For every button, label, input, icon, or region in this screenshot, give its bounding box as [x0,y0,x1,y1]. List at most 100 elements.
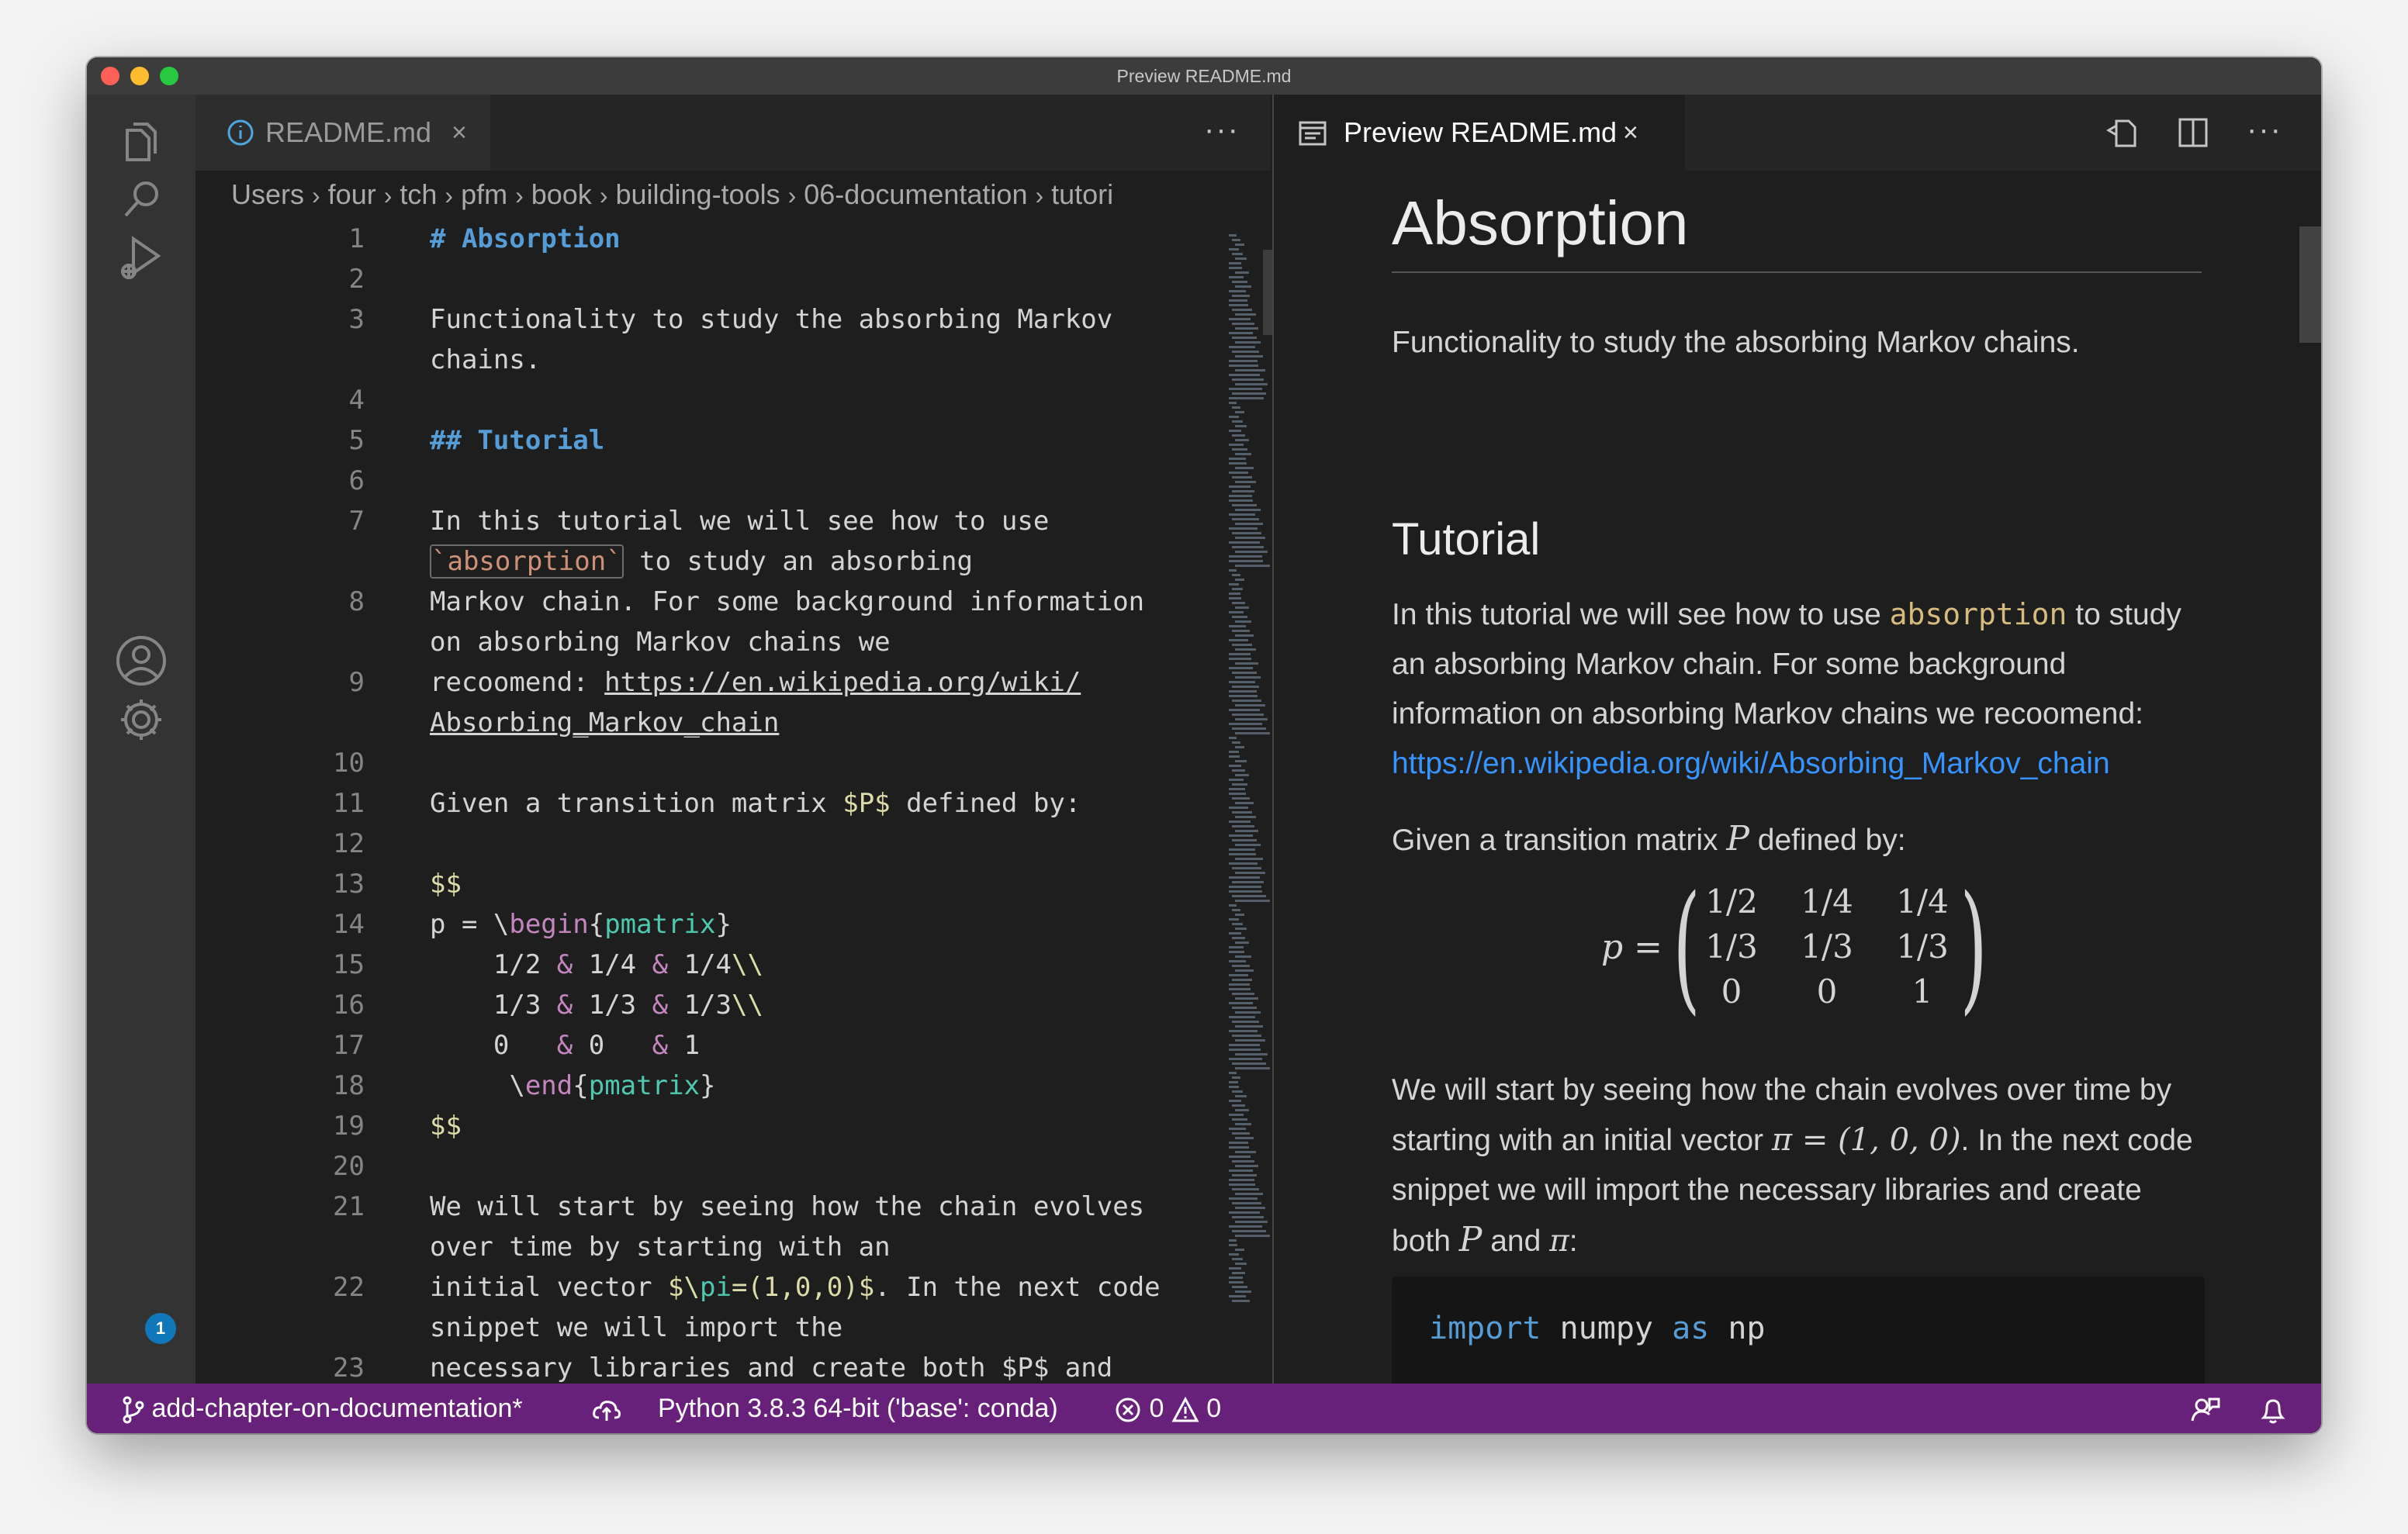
minimap-line [1229,918,1239,921]
matrix-cell: 1/2 [1705,883,1758,921]
code-text: & [556,949,573,980]
breadcrumb-item[interactable]: tutori [1051,178,1113,210]
minimap-line [1232,1300,1250,1302]
breadcrumb-item[interactable]: tch [400,178,437,210]
matrix-cell: 1/3 [1801,928,1853,966]
git-branch-icon [123,1396,144,1424]
minimap-line [1235,1193,1263,1195]
minimap-line [1232,965,1250,967]
minimap-line [1229,234,1237,237]
code-text: 0 [430,1030,557,1061]
minimap-line [1229,779,1244,781]
close-tab-icon[interactable]: × [1623,95,1638,171]
close-tab-icon[interactable]: × [452,95,467,171]
minimap[interactable] [1227,219,1271,1384]
minimap-line [1235,453,1251,455]
maximize-window-button[interactable] [160,67,178,85]
open-source-icon[interactable] [2105,115,2141,150]
preview-scrollbar[interactable] [2299,226,2321,343]
minimap-line [1235,565,1270,567]
url-link[interactable]: https://en.wikipedia.org/wiki/ [604,667,1081,698]
paragraph-text: snippet we will import the necessary lib… [1392,1173,2142,1207]
minimize-window-button[interactable] [130,67,149,85]
breadcrumb-item[interactable]: pfm [461,178,507,210]
matrix-cell: 1/3 [1705,928,1758,966]
minimap-line [1232,532,1261,534]
tab-readme[interactable]: README.md × [195,95,492,171]
breadcrumb-item[interactable]: building-tools [615,178,780,210]
minimap-line [1232,867,1261,869]
code-text: np [1709,1311,1766,1346]
python-interpreter[interactable]: Python 3.8.3 64-bit ('base': conda) [658,1384,1058,1433]
more-actions-icon[interactable]: ··· [2247,95,2282,164]
breadcrumb-item[interactable]: 06-documentation [804,178,1027,210]
explorer-icon[interactable] [110,112,172,174]
tab-preview-readme[interactable]: Preview README.md × [1274,95,1685,171]
more-actions-icon[interactable]: ··· [1204,95,1240,164]
minimap-line [1229,1239,1237,1242]
minimap-line [1232,434,1245,437]
code-line: Functionality to study the absorbing Mar… [430,304,1113,335]
minimap-line [1235,579,1244,581]
minimap-line [1235,1263,1247,1265]
code-line: necessary libraries and create both $P$ … [430,1353,1113,1384]
paragraph-text: and [1482,1225,1550,1258]
breadcrumb: Users › four › tch › pfm › book › building-tools › 0… [231,175,1271,214]
minimap-line [1229,299,1247,302]
minimap-line [1235,467,1254,469]
code-text: Given a transition matrix [430,788,843,819]
minimap-line [1229,290,1246,292]
window-title: Preview README.md [1116,66,1292,86]
minimap-line [1235,523,1263,525]
search-icon[interactable] [110,169,172,231]
minimap-line [1229,569,1237,572]
code-text: 1 [668,1030,701,1061]
minimap-line [1235,1290,1251,1293]
minimap-line [1229,821,1251,823]
problems-status[interactable]: 0 0 [1114,1384,1221,1433]
close-window-button[interactable] [101,67,119,85]
split-editor-icon[interactable] [2175,115,2211,150]
code-text: & [652,990,669,1021]
tab-label: README.md [265,116,432,148]
transition-matrix: p = ( ) 1/2 1/4 1/4 1/3 1/3 1/3 0 0 1 [1601,878,2005,1033]
code-text: & [652,949,669,980]
url-link[interactable]: Absorbing_Markov_chain [430,707,779,738]
manage-gear-icon[interactable] [110,689,172,751]
breadcrumb-item[interactable]: Users [231,178,304,210]
minimap-line [1229,690,1257,693]
minimap-line [1229,848,1255,851]
minimap-line [1232,337,1257,339]
minimap-line [1232,1174,1257,1176]
minimap-line [1229,890,1262,893]
minimap-line [1229,1277,1243,1279]
minimap-line [1229,1295,1246,1297]
minimap-line [1229,751,1239,753]
line-number: 11 [333,788,365,819]
run-debug-icon[interactable] [110,228,172,290]
line-number: 13 [333,869,365,900]
minimap-line [1235,285,1251,288]
minimap-line [1232,309,1252,311]
branch-status[interactable]: add-chapter-on-documentation* [121,1384,523,1433]
minimap-line [1229,788,1245,790]
breadcrumb-item[interactable]: four [328,178,376,210]
start-paragraph: We will start by seeing how the chain ev… [1392,1066,2193,1266]
error-count: 0 [1149,1394,1164,1423]
sync-icon[interactable] [591,1384,622,1433]
breadcrumb-item[interactable]: book [531,178,592,210]
minimap-line [1229,1049,1261,1051]
code-line: ## Tutorial [430,425,605,456]
account-icon[interactable] [110,630,172,692]
code-line: $$ [430,1111,462,1142]
code-line: p = \begin{pmatrix} [430,904,732,945]
code-area[interactable]: 1 # Absorption 2 3 Functionality to study … [195,219,1227,1384]
code-text: 0 [573,1030,652,1061]
minimap-line [1232,672,1257,674]
wikipedia-link[interactable]: https://en.wikipedia.org/wiki/Absorbing_… [1392,747,2110,780]
notifications-bell-icon[interactable] [2259,1384,2287,1433]
minimap-line [1235,1053,1268,1055]
feedback-icon[interactable] [2189,1384,2220,1433]
line-number: 20 [333,1151,365,1182]
minimap-line [1229,1244,1237,1246]
